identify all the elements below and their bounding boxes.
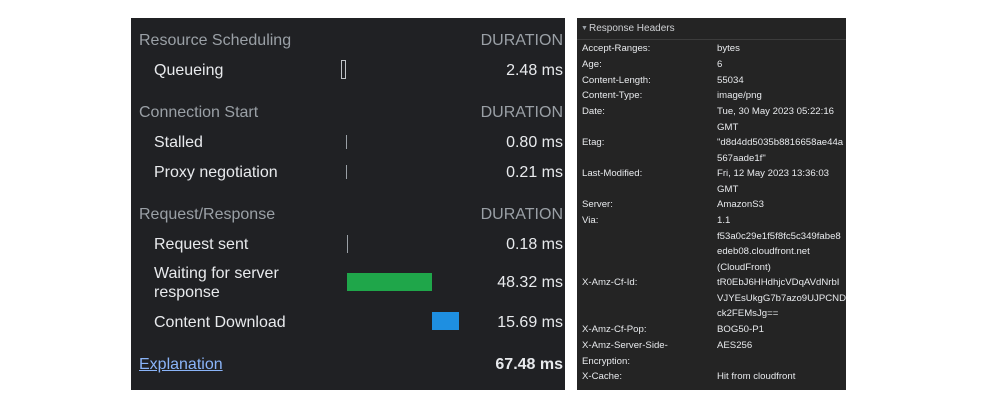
row-value-stalled: 0.80 ms	[506, 134, 563, 151]
row-label-queueing: Queueing	[154, 62, 224, 79]
duration-header: DURATION	[480, 206, 563, 223]
triangle-down-icon: ▼	[581, 25, 588, 32]
row-label-request-sent: Request sent	[154, 236, 249, 253]
header-value: AmazonS3	[717, 199, 764, 210]
duration-header: DURATION	[480, 32, 563, 49]
header-key: Server:	[582, 199, 613, 210]
row-value-waiting: 48.32 ms	[497, 274, 563, 291]
header-key: Last-Modified:	[582, 168, 643, 179]
header-key: X-Amz-Cf-Id:	[582, 277, 638, 288]
header-key: Content-Type:	[582, 90, 643, 101]
section-title-request-response: Request/Response	[139, 206, 276, 223]
response-headers-panel: ▼ Response Headers Accept-Ranges: bytes …	[577, 18, 846, 390]
proxy-negotiation-bar	[346, 165, 347, 179]
header-value: "d8d4dd5035b8816658ae44a 567aade1f"	[717, 137, 844, 164]
header-key: Age:	[582, 59, 602, 70]
content-download-bar	[432, 312, 459, 330]
header-key: X-Cache:	[582, 371, 622, 382]
waiting-bar	[347, 273, 432, 291]
timing-panel: Resource Scheduling DURATION Queueing 2.…	[131, 18, 565, 390]
response-headers-title: Response Headers	[589, 23, 675, 34]
header-value: Fri, 12 May 2023 13:36:03 GMT	[717, 168, 829, 195]
row-value-queueing: 2.48 ms	[506, 62, 563, 79]
stalled-bar	[346, 135, 347, 149]
header-key: Via:	[582, 215, 599, 226]
header-value: AES256	[717, 340, 753, 351]
header-value: 6	[717, 59, 723, 70]
header-key: Date:	[582, 106, 605, 117]
header-key: Accept-Ranges:	[582, 43, 651, 54]
header-value: Tue, 30 May 2023 05:22:16 GMT	[717, 106, 834, 133]
row-value-proxy-negotiation: 0.21 ms	[506, 164, 563, 181]
header-value: tR0EbJ6HHdhjcVDqAVdNrbI VJYEsUkgG7b7azo9…	[717, 277, 847, 320]
row-label-stalled: Stalled	[154, 134, 203, 151]
header-value: 1.1 f53a0c29e1f5f8fc5c349fabe8 edeb08.cl…	[717, 215, 841, 273]
header-key: X-Amz-Server-Side- Encryption:	[582, 340, 668, 367]
response-headers-toggle[interactable]: ▼ Response Headers	[577, 18, 846, 40]
row-label-waiting: Waiting for server response	[154, 265, 279, 301]
header-key: Etag:	[582, 137, 605, 148]
header-value: bytes	[717, 43, 740, 54]
section-title-resource-scheduling: Resource Scheduling	[139, 32, 292, 49]
row-label-proxy-negotiation: Proxy negotiation	[154, 164, 278, 181]
total-duration: 67.48 ms	[495, 356, 563, 373]
header-value: Hit from cloudfront	[717, 371, 796, 382]
explanation-link[interactable]: Explanation	[139, 356, 223, 374]
queueing-bar	[341, 60, 346, 79]
section-title-connection-start: Connection Start	[139, 104, 259, 121]
header-value: BOG50-P1	[717, 324, 764, 335]
row-value-request-sent: 0.18 ms	[506, 236, 563, 253]
header-value: 55034	[717, 75, 744, 86]
header-value: image/png	[717, 90, 762, 101]
row-label-content-download: Content Download	[154, 314, 286, 331]
row-value-content-download: 15.69 ms	[497, 314, 563, 331]
duration-header: DURATION	[480, 104, 563, 121]
header-key: X-Amz-Cf-Pop:	[582, 324, 647, 335]
request-sent-bar	[347, 235, 348, 253]
header-key: Content-Length:	[582, 75, 651, 86]
